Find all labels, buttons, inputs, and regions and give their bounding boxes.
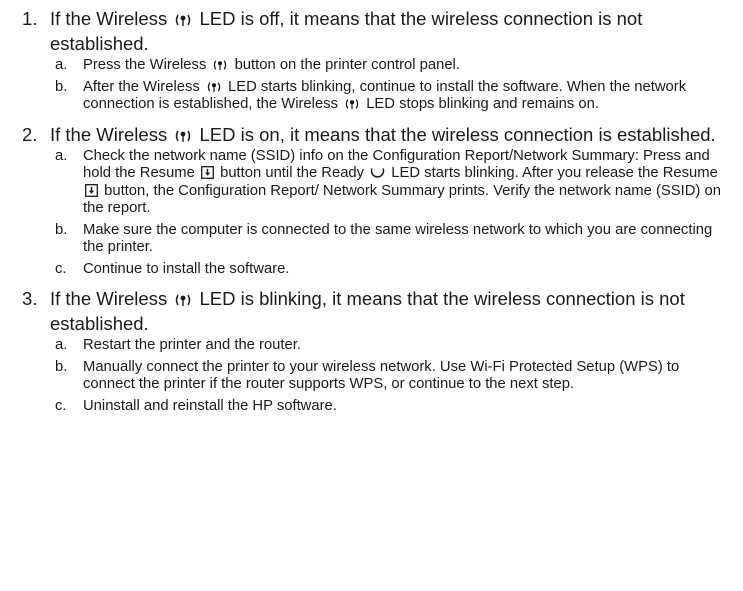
step-number: 2. [22, 123, 38, 145]
wireless-icon [344, 98, 360, 110]
substep-3b: b. Manually connect the printer to your … [55, 358, 680, 393]
instructions-page: 1. If the Wireless LED is off, it means … [0, 0, 743, 591]
wireless-icon [174, 13, 192, 27]
step-3: 3. If the Wireless LED is blinking, it m… [22, 286, 733, 419]
step-number: 3. [22, 288, 38, 309]
wireless-icon [206, 81, 222, 93]
resume-icon [201, 166, 214, 179]
substep-2b: b. Make sure the computer is connected t… [55, 221, 713, 256]
substep-3a: a. Restart the printer and the router. [55, 337, 301, 353]
substep-1a: a. Press the Wireless button on the prin… [55, 57, 460, 73]
step-number: 1. [22, 8, 38, 29]
resume-icon [85, 183, 98, 197]
step-text: If the Wireless LED is off, it means tha… [50, 8, 643, 54]
substep-2a: a. Check the network name (SSID) info on… [55, 147, 721, 217]
substep-1b: b. After the Wireless LED starts blinkin… [55, 78, 687, 113]
step-2: 2. If the Wireless LED is on, it means t… [22, 122, 733, 283]
wireless-icon [174, 293, 192, 307]
substep-2c: c. Continue to install the software. [55, 260, 290, 277]
step-text: If the Wireless LED is on, it means that… [50, 123, 716, 145]
ready-icon [370, 165, 385, 179]
step-1: 1. If the Wireless LED is off, it means … [22, 6, 733, 118]
substep-3c: c. Uninstall and reinstall the HP softwa… [55, 397, 337, 414]
wireless-icon [174, 129, 192, 143]
wireless-icon [212, 59, 228, 71]
step-text: If the Wireless LED is blinking, it mean… [50, 288, 685, 334]
